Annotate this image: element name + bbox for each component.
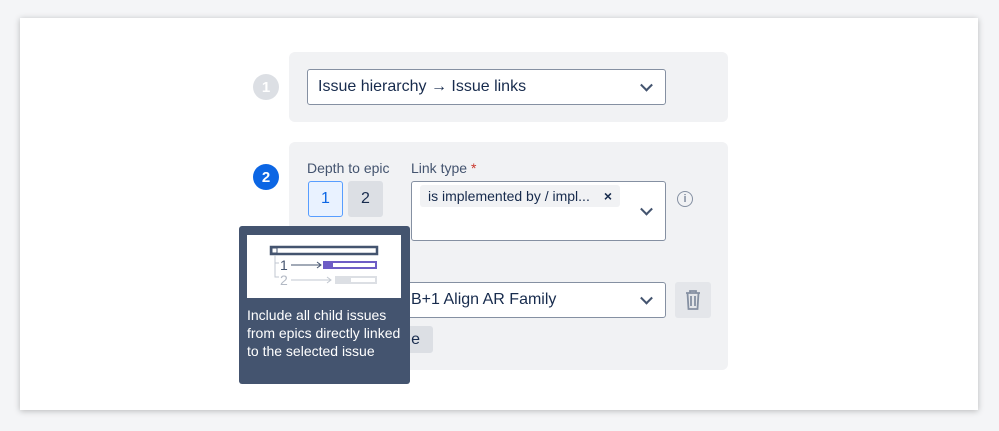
hierarchy-diagram-icon: 1 2 [269, 245, 379, 288]
chevron-down-icon [640, 202, 653, 216]
link-type-label-text: Link type [411, 160, 468, 176]
link-type-select[interactable]: is implemented by / impl... × [411, 181, 666, 241]
link-type-label: Link type * [411, 160, 476, 176]
required-mark: * [470, 160, 477, 176]
step-number-2: 2 [253, 164, 279, 190]
link-type-tag-text: is implemented by / impl... [428, 188, 590, 204]
diagram-label-2: 2 [280, 272, 288, 288]
issue-select[interactable]: B+1 Align AR Family [380, 282, 666, 318]
hierarchy-select-value: Issue hierarchy → Issue links [318, 78, 527, 95]
issue-select-value: B+1 Align AR Family [411, 291, 557, 308]
chevron-down-icon [640, 291, 653, 305]
tooltip: 1 2 Include all child issues from epics … [239, 226, 410, 384]
add-button-label: e [411, 330, 420, 348]
delete-button[interactable] [675, 282, 711, 318]
depth-option-2[interactable]: 2 [348, 181, 383, 217]
tooltip-text: Include all child issues from epics dire… [247, 307, 401, 359]
tooltip-diagram: 1 2 [247, 235, 401, 298]
depth-label: Depth to epic [307, 160, 390, 176]
depth-option-1[interactable]: 1 [308, 181, 343, 217]
step-number-1: 1 [253, 74, 279, 100]
diagram-label-1: 1 [280, 257, 288, 273]
chevron-down-icon [640, 78, 653, 92]
info-icon[interactable]: i [677, 191, 693, 207]
link-type-tag: is implemented by / impl... × [420, 185, 621, 207]
trash-icon [686, 290, 700, 310]
tag-remove-icon[interactable]: × [604, 188, 612, 204]
hierarchy-select[interactable]: Issue hierarchy → Issue links [307, 69, 666, 105]
